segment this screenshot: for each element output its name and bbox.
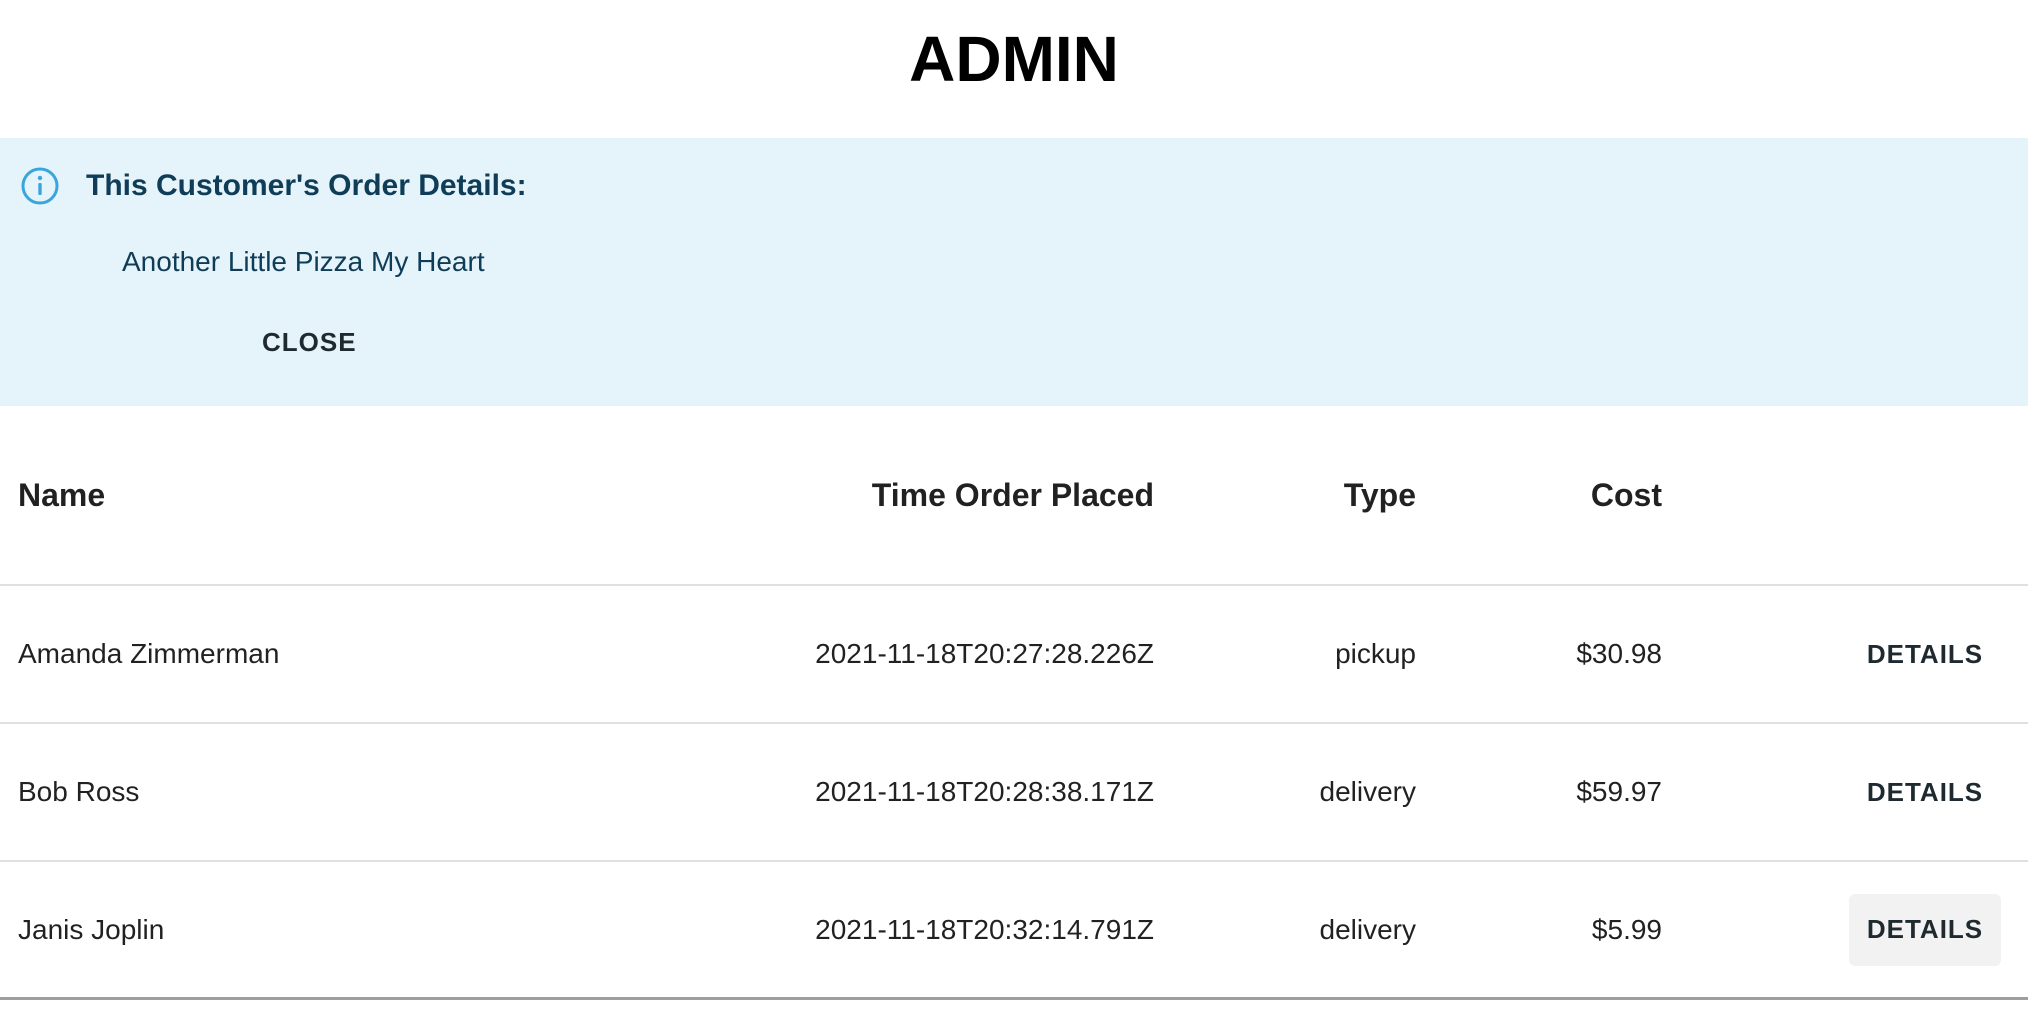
order-time: 2021-11-18T20:28:38.171Z (815, 776, 1154, 807)
order-details-alert: This Customer's Order Details: Another L… (0, 138, 2028, 406)
row-action: DETAILS (1840, 586, 2010, 722)
column-header-cost: Cost (1590, 476, 1662, 513)
page-title: ADMIN (909, 23, 1119, 95)
table-row: Amanda Zimmerman 2021-11-18T20:27:28.226… (0, 586, 2028, 724)
order-type: delivery (1319, 776, 1416, 807)
table-row: Janis Joplin 2021-11-18T20:32:14.791Z de… (0, 862, 2028, 1000)
order-cost: $5.99 (1591, 913, 1662, 945)
close-button[interactable]: CLOSE (246, 314, 373, 370)
row-action: DETAILS (1840, 724, 2010, 860)
column-header-time: Time Order Placed (871, 476, 1154, 513)
info-icon (20, 166, 60, 206)
order-details-text: Another Little Pizza My Heart (122, 246, 485, 277)
details-button[interactable]: DETAILS (1848, 893, 2002, 966)
order-type: pickup (1335, 638, 1416, 669)
details-button[interactable]: DETAILS (1849, 618, 2001, 690)
table-header-row: Name Time Order Placed Type Cost (0, 406, 2028, 586)
order-cost: $30.98 (1576, 638, 1662, 669)
row-action: DETAILS (1840, 862, 2010, 997)
details-button[interactable]: DETAILS (1849, 756, 2001, 828)
order-type: delivery (1319, 913, 1416, 945)
order-time: 2021-11-18T20:27:28.226Z (815, 638, 1154, 669)
alert-title: This Customer's Order Details: (86, 169, 527, 202)
column-header-name: Name (18, 476, 106, 513)
order-time: 2021-11-18T20:32:14.791Z (815, 913, 1154, 945)
orders-table: Name Time Order Placed Type Cost Amanda … (0, 406, 2028, 1000)
customer-name: Bob Ross (18, 776, 140, 807)
customer-name: Janis Joplin (18, 913, 165, 945)
customer-name: Amanda Zimmerman (18, 638, 280, 669)
table-row: Bob Ross 2021-11-18T20:28:38.171Z delive… (0, 724, 2028, 862)
column-header-type: Type (1343, 476, 1416, 513)
order-cost: $59.97 (1576, 776, 1662, 807)
admin-page: ADMIN This Customer's Order Details: Ano… (0, 0, 2028, 1018)
